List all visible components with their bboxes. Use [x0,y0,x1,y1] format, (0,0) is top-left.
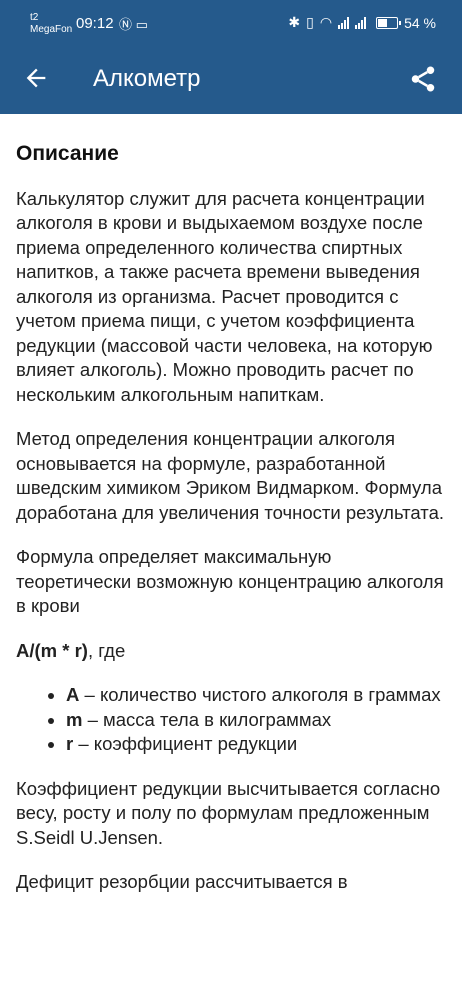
status-time: 09:12 [76,15,114,32]
paragraph-formula-intro: Формула определяет максимальную теоретич… [16,546,444,616]
status-right: ✱ ▯ ◠ 54 % [288,14,436,31]
back-arrow-icon[interactable] [22,64,50,92]
status-bar: t2 MegaFon 09:12 Ⓝ ▭ ✱ ▯ ◠ 54 % [0,0,462,46]
signal-icon-2 [355,16,367,29]
variable-desc: – масса тела в килограммах [82,708,332,730]
app-bar: Алкометр [0,46,462,114]
list-item: A – количество чистого алкоголя в грамма… [66,683,446,708]
paragraph-resorption: Дефицит резорбции рассчитывается в [16,871,348,892]
signal-icon-1 [338,16,350,29]
paragraph-reduction: Коэффициент редукции высчитывается согла… [16,777,441,848]
vibrate-icon: ▯ [306,14,314,30]
variable-desc: – коэффициент редукции [73,733,298,754]
formula-expression: A/(m * r) [16,639,88,661]
battery-icon [376,16,402,29]
list-item: m – масса тела в килограммах [66,708,446,733]
carrier-top: t2 [30,12,39,23]
carrier-name: MegaFon [30,24,73,35]
variable-desc: – количество чистого алкоголя в граммах [79,684,441,705]
paragraph-method: Метод определения концентрации алкоголя … [16,428,445,523]
list-item: r – коэффициент редукции [66,732,446,757]
paragraph-intro: Калькулятор служит для расчета концентра… [16,187,433,405]
page-title: Алкометр [93,65,201,92]
share-icon[interactable] [408,64,438,94]
battery-level: 54 % [404,14,436,31]
variable-term: m [66,708,83,730]
variables-list: A – количество чистого алкоголя в грамма… [16,683,446,757]
calendar-icon: ▭ [135,17,148,32]
bluetooth-icon: ✱ [288,14,301,30]
formula-suffix: , где [87,639,126,661]
variable-term: A [66,684,80,705]
nfc-icon: Ⓝ [119,17,133,32]
wifi-icon: ◠ [319,14,333,30]
carrier-info: t2 MegaFon [30,12,72,36]
notification-icons: Ⓝ ▭ [119,14,148,33]
section-heading: Описание [16,142,119,165]
description-content: Описание Калькулятор служит для расчета … [16,142,446,915]
formula-line: A/(m * r), где [16,639,446,664]
